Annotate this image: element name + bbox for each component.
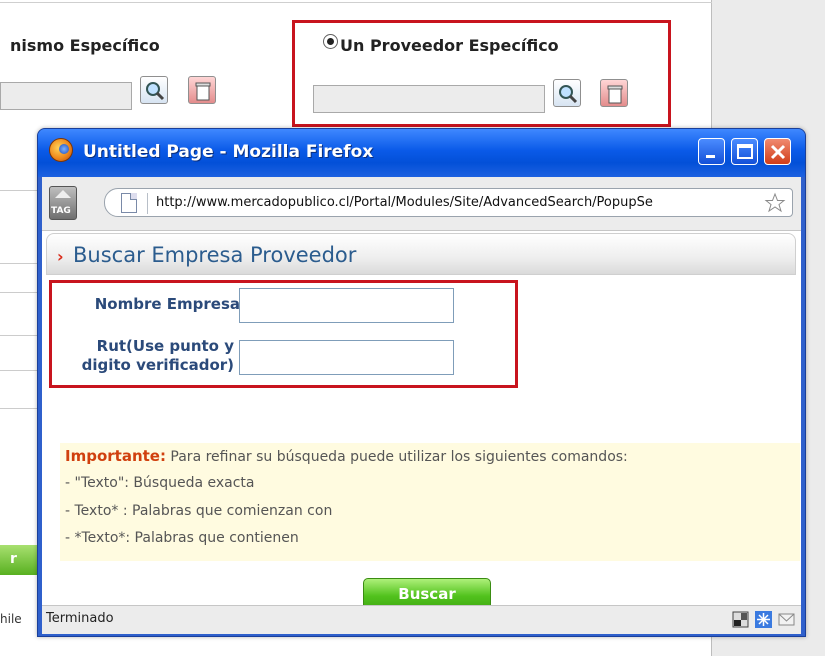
background-row-line	[0, 408, 40, 409]
background-footer-text: hile	[0, 612, 22, 626]
background-row-line	[0, 335, 40, 336]
firefox-logo-icon	[49, 138, 73, 162]
panel-title: Buscar Empresa Proveedor	[73, 243, 357, 267]
note-intro: Para refinar su búsqueda puede utilizar …	[165, 449, 628, 465]
firefox-popup-window: Untitled Page - Mozilla Firefox TAG http…	[37, 128, 806, 637]
maximize-icon	[737, 144, 753, 159]
star-icon[interactable]	[764, 192, 786, 214]
organismo-delete-button[interactable]	[188, 76, 216, 104]
status-icons	[732, 611, 795, 628]
url-text[interactable]: http://www.mercadopublico.cl/Portal/Modu…	[156, 195, 756, 210]
url-toolbar: TAG http://www.mercadopublico.cl/Portal/…	[42, 177, 801, 231]
organismo-label: nismo Específico	[10, 36, 160, 55]
background-row-line	[0, 370, 40, 371]
magnifier-icon	[146, 82, 165, 101]
close-button[interactable]	[764, 138, 791, 165]
arrow-icon: ›	[57, 247, 64, 266]
proveedor-highlight-box	[292, 20, 671, 127]
panel-header: › Buscar Empresa Proveedor	[46, 233, 796, 275]
note-line-1: - "Texto": Búsqueda exacta	[65, 475, 255, 491]
form-highlight-box	[49, 280, 518, 388]
window-titlebar[interactable]: Untitled Page - Mozilla Firefox	[38, 129, 805, 177]
window-content: TAG http://www.mercadopublico.cl/Portal/…	[42, 177, 801, 634]
network-icon[interactable]	[732, 611, 749, 628]
status-bar: Terminado	[42, 605, 801, 634]
tag-icon-label: TAG	[51, 206, 71, 216]
background-row-line	[0, 190, 40, 191]
window-title: Untitled Page - Mozilla Firefox	[83, 142, 374, 162]
page-icon	[121, 193, 137, 213]
note-line-2: - Texto* : Palabras que comienzan con	[65, 503, 333, 519]
close-icon	[770, 144, 786, 160]
organismo-search-button[interactable]	[140, 76, 168, 104]
mail-icon[interactable]	[778, 611, 795, 628]
note-box: Importante: Para refinar su búsqueda pue…	[60, 443, 800, 561]
status-text: Terminado	[46, 611, 114, 626]
minimize-icon	[706, 155, 715, 158]
background-row-line	[0, 292, 40, 293]
address-bar[interactable]: http://www.mercadopublico.cl/Portal/Modu…	[104, 188, 793, 217]
tag-icon[interactable]: TAG	[49, 186, 77, 220]
background-green-button[interactable]: r	[0, 545, 40, 575]
note-heading: Importante:	[65, 447, 166, 465]
background-divider	[0, 2, 712, 3]
background-row-line	[0, 263, 40, 264]
snowflake-icon[interactable]	[755, 611, 772, 628]
maximize-button[interactable]	[731, 138, 758, 165]
note-line-3: - *Texto*: Palabras que contienen	[65, 530, 299, 546]
organismo-input[interactable]	[0, 82, 132, 110]
address-divider	[147, 193, 148, 214]
note-intro-line: Importante: Para refinar su búsqueda pue…	[65, 447, 628, 465]
minimize-button[interactable]	[698, 138, 725, 165]
trash-icon	[195, 82, 211, 101]
